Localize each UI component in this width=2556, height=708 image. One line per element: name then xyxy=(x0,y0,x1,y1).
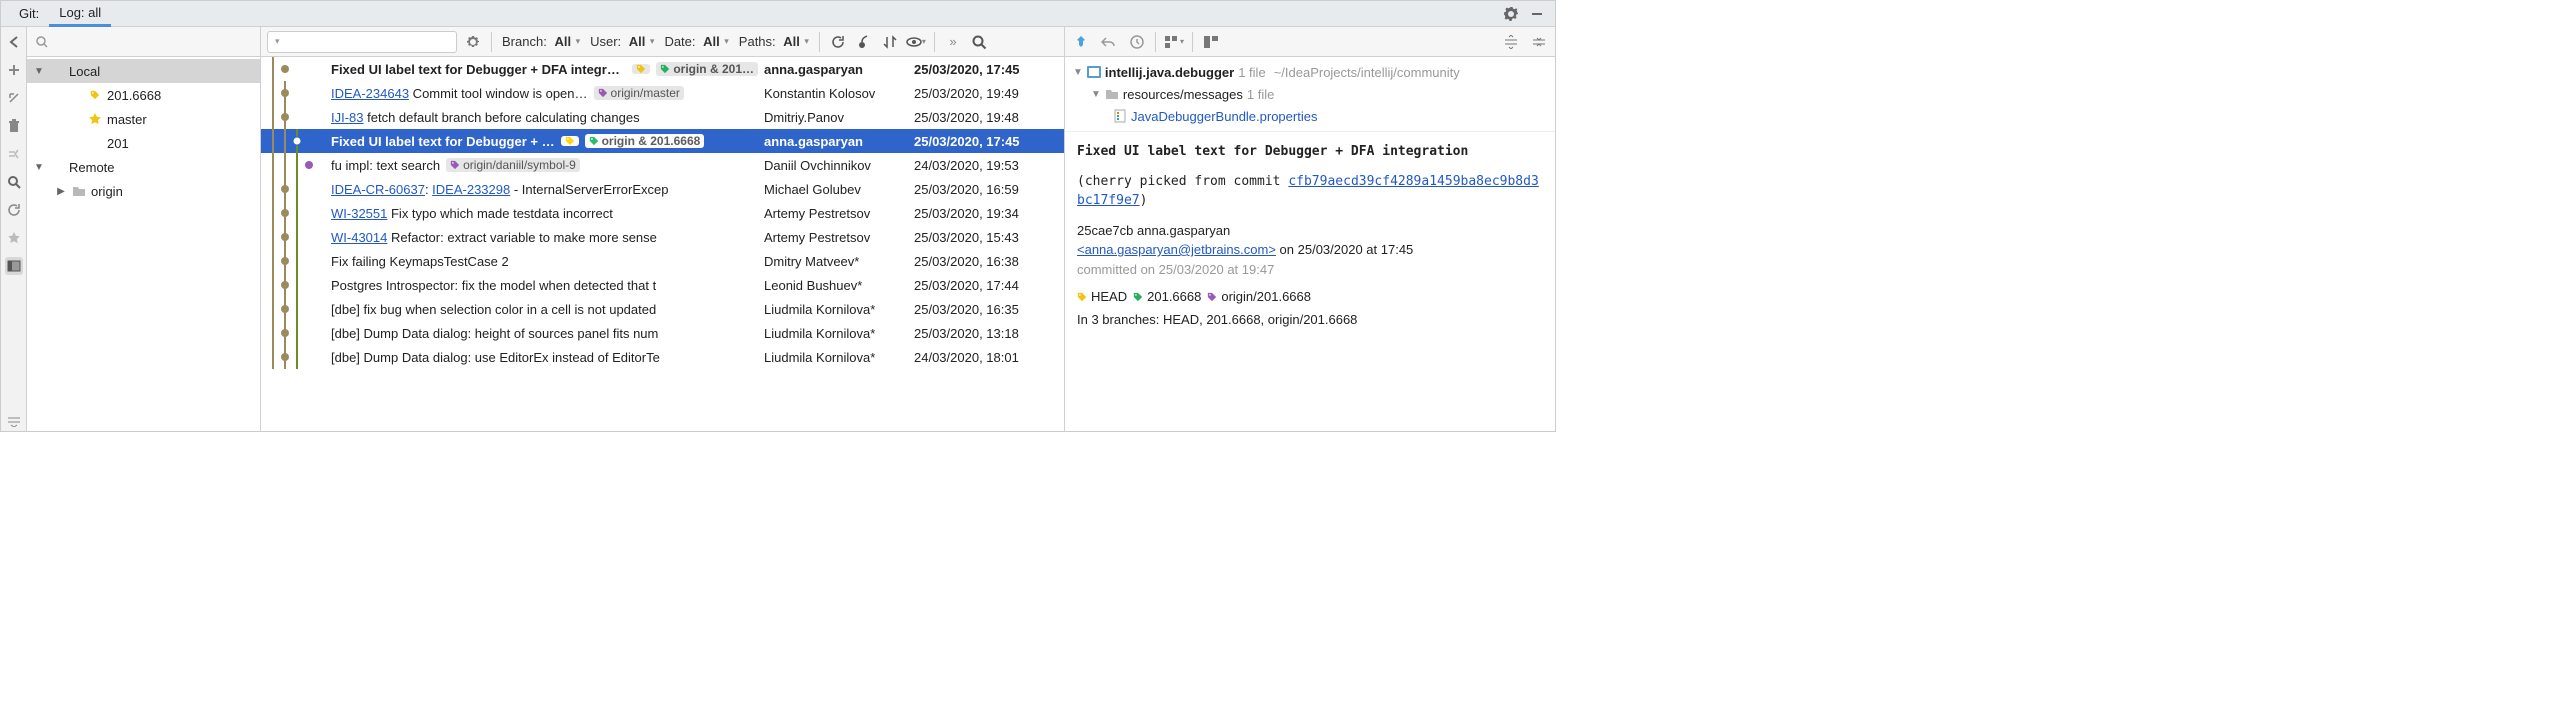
history-icon[interactable] xyxy=(1127,32,1147,52)
tree-node[interactable]: ▼Remote xyxy=(27,155,260,179)
log-toolbar: ▾ Branch: All ▾ User: All ▾ Date: All ▾ … xyxy=(261,27,1064,57)
eye-icon[interactable]: ▾ xyxy=(906,32,926,52)
refresh-icon[interactable] xyxy=(5,201,23,219)
commit-row[interactable]: WI-43014 Refactor: extract variable to m… xyxy=(261,225,1064,249)
gear-icon[interactable] xyxy=(1501,4,1521,24)
commit-row[interactable]: IDEA-234643 Commit tool window is open…o… xyxy=(261,81,1064,105)
layout-icon[interactable] xyxy=(5,257,23,275)
folder-icon xyxy=(1105,88,1119,100)
tree-node[interactable]: ▼Local xyxy=(27,59,260,83)
collapse-all-icon[interactable] xyxy=(1529,32,1549,52)
log-search-input[interactable] xyxy=(280,34,456,49)
commit-row[interactable]: [dbe] Dump Data dialog: height of source… xyxy=(261,321,1064,345)
tree-node[interactable]: ▶origin xyxy=(27,179,260,203)
properties-file-icon xyxy=(1113,109,1127,123)
diff-icon[interactable] xyxy=(5,145,23,163)
changed-files-tree: ▼ intellij.java.debugger 1 file ~/IdeaPr… xyxy=(1065,57,1555,132)
star-icon[interactable] xyxy=(5,229,23,247)
ref-tags: HEAD 201.6668 origin/201.6668 xyxy=(1065,289,1555,312)
issue-link[interactable]: WI-32551 xyxy=(331,206,387,221)
filter-user[interactable]: User: All ▾ xyxy=(588,34,656,49)
ref-chip: origin & 201… xyxy=(656,62,758,76)
author-email-link[interactable]: <anna.gasparyan@jetbrains.com> xyxy=(1077,242,1276,257)
ref-chip xyxy=(632,64,650,74)
tree-node[interactable]: master xyxy=(27,107,260,131)
ref-chip: origin/master xyxy=(594,86,684,100)
commit-row[interactable]: [dbe] Dump Data dialog: use EditorEx ins… xyxy=(261,345,1064,369)
undo-icon[interactable] xyxy=(1099,32,1119,52)
module-row[interactable]: ▼ intellij.java.debugger 1 file ~/IdeaPr… xyxy=(1073,61,1547,83)
log-tab[interactable]: Log: all xyxy=(49,1,111,27)
ref-tag: origin/201.6668 xyxy=(1207,289,1311,304)
ref-chip: origin & 201.6668 xyxy=(585,134,705,148)
module-icon xyxy=(1087,66,1101,78)
commit-row[interactable]: Fix failing KeymapsTestCase 2Dmitry Matv… xyxy=(261,249,1064,273)
file-row[interactable]: JavaDebuggerBundle.properties xyxy=(1073,105,1547,127)
sort-icon[interactable] xyxy=(880,32,900,52)
commit-message: Fixed UI label text for Debugger + DFA i… xyxy=(1065,132,1555,221)
commit-row[interactable]: [dbe] fix bug when selection color in a … xyxy=(261,297,1064,321)
commit-row[interactable]: fu impl: text searchorigin/daniil/symbol… xyxy=(261,153,1064,177)
checkout-icon[interactable] xyxy=(5,89,23,107)
filter-settings-icon[interactable] xyxy=(463,32,483,52)
git-tab[interactable]: Git: xyxy=(9,2,49,25)
commit-row[interactable]: Fixed UI label text for Debugger + …orig… xyxy=(261,129,1064,153)
collapse-icon[interactable] xyxy=(5,413,23,431)
filter-date[interactable]: Date: All ▾ xyxy=(662,34,730,49)
tree-node[interactable]: 201 xyxy=(27,131,260,155)
commit-row[interactable]: IDEA-CR-60637: IDEA-233298 - InternalSer… xyxy=(261,177,1064,201)
expand-icon[interactable] xyxy=(1201,32,1221,52)
commit-title: Fixed UI label text for Debugger + DFA i… xyxy=(1077,142,1543,162)
ref-tag: 201.6668 xyxy=(1133,289,1201,304)
delete-icon[interactable] xyxy=(5,117,23,135)
commit-meta: 25cae7cb anna.gasparyan <anna.gasparyan@… xyxy=(1065,221,1555,290)
more-icon[interactable]: » xyxy=(943,32,963,52)
group-icon[interactable]: ▾ xyxy=(1164,32,1184,52)
commit-row[interactable]: IJI-83 fetch default branch before calcu… xyxy=(261,105,1064,129)
log-search[interactable]: ▾ xyxy=(267,31,457,53)
issue-link[interactable]: IDEA-CR-60637 xyxy=(331,182,425,197)
filter-paths[interactable]: Paths: All ▾ xyxy=(737,34,811,49)
issue-link[interactable]: IJI-83 xyxy=(331,110,364,125)
branches-sidebar: ▼Local201.6668master201▼Remote▶origin xyxy=(27,27,261,431)
commit-row[interactable]: Postgres Introspector: fix the model whe… xyxy=(261,273,1064,297)
issue-link[interactable]: IDEA-233298 xyxy=(432,182,510,197)
refresh-icon[interactable] xyxy=(828,32,848,52)
commit-row[interactable]: WI-32551 Fix typo which made testdata in… xyxy=(261,201,1064,225)
issue-link[interactable]: IDEA-234643 xyxy=(331,86,409,101)
branches-summary: In 3 branches: HEAD, 201.6668, origin/20… xyxy=(1065,312,1555,337)
top-bar: Git: Log: all xyxy=(1,1,1555,27)
left-gutter xyxy=(1,27,27,431)
search-icon xyxy=(35,35,49,49)
detail-panel: ▾ ▼ intellij.java.debugger 1 file ~/Idea… xyxy=(1065,27,1555,431)
folder-row[interactable]: ▼ resources/messages 1 file xyxy=(1073,83,1547,105)
tree-node[interactable]: 201.6668 xyxy=(27,83,260,107)
pin-icon[interactable] xyxy=(1071,32,1091,52)
find-icon[interactable] xyxy=(969,32,989,52)
filter-branch[interactable]: Branch: All ▾ xyxy=(500,34,582,49)
detail-toolbar: ▾ xyxy=(1065,27,1555,57)
sidebar-search-input[interactable] xyxy=(49,34,252,49)
sidebar-search[interactable] xyxy=(27,27,260,57)
commit-rows: Fixed UI label text for Debugger + DFA i… xyxy=(261,57,1064,431)
commit-row[interactable]: Fixed UI label text for Debugger + DFA i… xyxy=(261,57,1064,81)
issue-link[interactable]: WI-43014 xyxy=(331,230,387,245)
ref-chip xyxy=(561,136,579,146)
add-icon[interactable] xyxy=(5,61,23,79)
branches-tree: ▼Local201.6668master201▼Remote▶origin xyxy=(27,57,260,431)
ref-chip: origin/daniil/symbol-9 xyxy=(446,158,580,172)
expand-all-icon[interactable] xyxy=(1501,32,1521,52)
log-area: ▾ Branch: All ▾ User: All ▾ Date: All ▾ … xyxy=(261,27,1065,431)
ref-tag: HEAD xyxy=(1077,289,1127,304)
minimize-icon[interactable] xyxy=(1527,4,1547,24)
back-icon[interactable] xyxy=(5,33,23,51)
search-icon[interactable] xyxy=(5,173,23,191)
cherry-pick-icon[interactable] xyxy=(854,32,874,52)
